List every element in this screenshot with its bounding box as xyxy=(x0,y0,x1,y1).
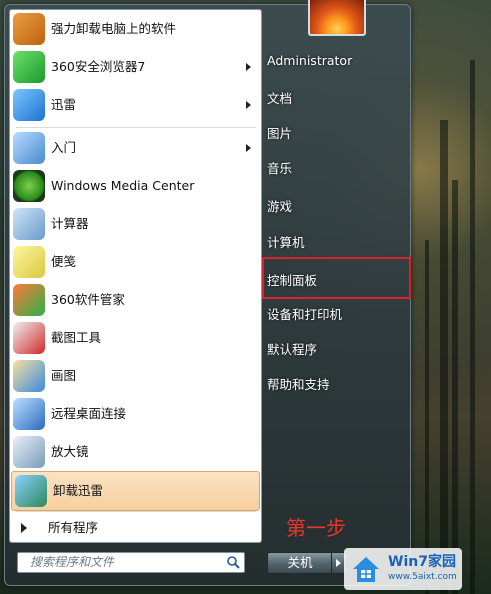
program-item-sticky-notes[interactable]: 便笺 xyxy=(10,243,261,281)
program-item-360-browser[interactable]: 360安全浏览器7 xyxy=(10,48,261,86)
program-item-calculator[interactable]: 计算器 xyxy=(10,205,261,243)
program-item-label: Windows Media Center xyxy=(51,178,195,193)
paint-icon xyxy=(13,360,45,392)
program-item-uninstall-software[interactable]: 强力卸载电脑上的软件 xyxy=(10,10,261,48)
program-item-paint[interactable]: 画图 xyxy=(10,357,261,395)
control-panel-highlight-box xyxy=(262,257,411,299)
program-item-magnifier[interactable]: 放大镜 xyxy=(10,433,261,471)
program-item-xunlei[interactable]: 迅雷 xyxy=(10,86,261,124)
program-item-windows-media-center[interactable]: Windows Media Center xyxy=(10,167,261,205)
separator xyxy=(16,511,256,512)
all-programs-label: 所有程序 xyxy=(48,520,99,535)
user-avatar[interactable] xyxy=(308,0,366,36)
uninstaller-icon xyxy=(13,13,45,45)
watermark-title: Win7家园 xyxy=(388,554,456,570)
program-item-label: 截图工具 xyxy=(51,330,102,345)
media-center-icon xyxy=(13,170,45,202)
program-item-label: 360软件管家 xyxy=(51,292,125,307)
getting-started-icon xyxy=(13,132,45,164)
program-item-label: 强力卸载电脑上的软件 xyxy=(51,21,177,36)
default-programs-link[interactable]: 默认程序 xyxy=(267,339,317,358)
music-link[interactable]: 音乐 xyxy=(267,158,292,177)
user-name-link[interactable]: Administrator xyxy=(267,53,352,68)
watermark-url: www.5aixt.com xyxy=(388,572,457,582)
devices-printers-link[interactable]: 设备和打印机 xyxy=(267,304,342,323)
program-item-label: 放大镜 xyxy=(51,444,89,459)
submenu-arrow-icon[interactable] xyxy=(246,144,251,152)
program-item-snipping-tool[interactable]: 截图工具 xyxy=(10,319,261,357)
sticky-notes-icon xyxy=(13,246,45,278)
program-item-label: 360安全浏览器7 xyxy=(51,59,146,74)
start-menu-program-list: 强力卸载电脑上的软件 360安全浏览器7 迅雷入门 Windows Media Cen… xyxy=(9,9,262,543)
submenu-arrow-icon[interactable] xyxy=(246,101,251,109)
all-programs-button[interactable]: 所有程序 xyxy=(10,513,261,543)
search-input[interactable]: 搜索程序和文件 xyxy=(17,552,245,573)
program-item-label: 画图 xyxy=(51,368,77,383)
computer-link[interactable]: 计算机 xyxy=(267,232,305,251)
uninstall-xunlei-icon xyxy=(15,475,47,507)
pictures-link[interactable]: 图片 xyxy=(267,123,292,142)
program-item-label: 远程桌面连接 xyxy=(51,406,127,421)
documents-link[interactable]: 文档 xyxy=(267,88,292,107)
shutdown-button[interactable]: 关机 xyxy=(267,552,333,574)
360-browser-icon xyxy=(13,51,45,83)
help-support-link[interactable]: 帮助和支持 xyxy=(267,374,330,393)
magnifier-icon xyxy=(13,436,45,468)
program-item-label: 便笺 xyxy=(51,254,77,269)
program-item-label: 卸载迅雷 xyxy=(53,483,104,498)
program-item-label: 入门 xyxy=(51,140,77,155)
separator xyxy=(16,127,256,128)
program-item-360-software-manager[interactable]: 360软件管家 xyxy=(10,281,261,319)
calculator-icon xyxy=(13,208,45,240)
step-annotation: 第一步 xyxy=(286,516,346,540)
submenu-arrow-icon[interactable] xyxy=(246,63,251,71)
program-item-label: 迅雷 xyxy=(51,97,77,112)
program-item-label: 计算器 xyxy=(51,216,89,231)
program-item-remote-desktop[interactable]: 远程桌面连接 xyxy=(10,395,261,433)
expand-arrow-icon xyxy=(21,523,27,533)
search-icon[interactable] xyxy=(226,555,240,569)
xunlei-icon xyxy=(13,89,45,121)
search-placeholder: 搜索程序和文件 xyxy=(30,555,115,569)
360-software-manager-icon xyxy=(13,284,45,316)
house-logo-icon xyxy=(353,557,379,582)
program-item-getting-started[interactable]: 入门 xyxy=(10,129,261,167)
program-item-uninstall-xunlei[interactable]: 卸载迅雷 xyxy=(11,471,260,511)
site-watermark: Win7家园 www.5aixt.com xyxy=(344,548,462,590)
remote-desktop-icon xyxy=(13,398,45,430)
snipping-tool-icon xyxy=(13,322,45,354)
games-link[interactable]: 游戏 xyxy=(267,196,292,215)
